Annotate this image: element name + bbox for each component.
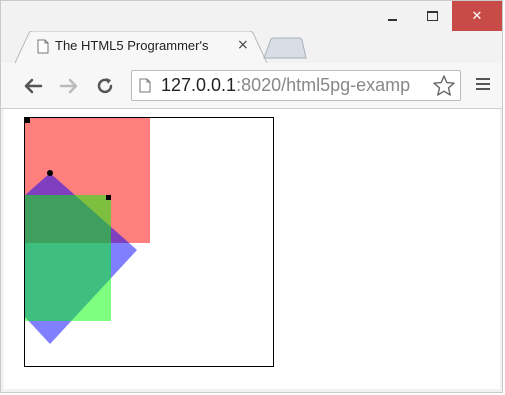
page-content bbox=[0, 109, 500, 389]
green-marker bbox=[106, 195, 111, 200]
close-window-button[interactable]: ✕ bbox=[452, 1, 502, 31]
arrow-left-icon bbox=[24, 78, 43, 94]
back-button[interactable] bbox=[22, 75, 44, 97]
window-controls: ✕ bbox=[372, 1, 502, 31]
star-icon[interactable] bbox=[432, 74, 456, 98]
new-tab-button[interactable] bbox=[263, 37, 307, 59]
browser-window: ✕ The HTML5 Programmer's × 127.0.0.1:802… bbox=[0, 0, 503, 393]
page-icon bbox=[37, 39, 49, 54]
minimize-icon bbox=[387, 19, 397, 21]
maximize-icon bbox=[426, 11, 438, 21]
tab-active[interactable]: The HTML5 Programmer's × bbox=[15, 31, 267, 63]
minimize-button[interactable] bbox=[372, 1, 412, 31]
url-text: 127.0.0.1:8020/html5pg-examp bbox=[161, 75, 433, 96]
url-path: :8020/html5pg-examp bbox=[236, 75, 411, 95]
hamburger-menu-icon bbox=[475, 78, 491, 90]
url-host: 127.0.0.1 bbox=[161, 75, 237, 95]
canvas-drawing bbox=[0, 118, 150, 344]
reload-icon bbox=[97, 78, 113, 94]
tab-title: The HTML5 Programmer's bbox=[55, 38, 209, 53]
browser-toolbar: 127.0.0.1:8020/html5pg-examp bbox=[1, 63, 502, 109]
diamond-marker bbox=[47, 170, 53, 176]
arrow-right-icon bbox=[59, 78, 78, 94]
canvas bbox=[0, 117, 274, 367]
page-info-icon bbox=[139, 78, 151, 93]
reload-button[interactable] bbox=[94, 75, 116, 97]
corner-marker bbox=[25, 118, 30, 123]
forward-button[interactable] bbox=[58, 75, 80, 97]
green-square bbox=[25, 195, 111, 321]
close-icon: ✕ bbox=[471, 8, 483, 24]
address-bar[interactable]: 127.0.0.1:8020/html5pg-examp bbox=[131, 70, 461, 101]
chrome-menu-button[interactable] bbox=[475, 75, 491, 93]
title-bar: ✕ The HTML5 Programmer's × bbox=[1, 1, 502, 63]
maximize-button[interactable] bbox=[412, 1, 452, 31]
tab-close-button[interactable]: × bbox=[237, 37, 249, 53]
